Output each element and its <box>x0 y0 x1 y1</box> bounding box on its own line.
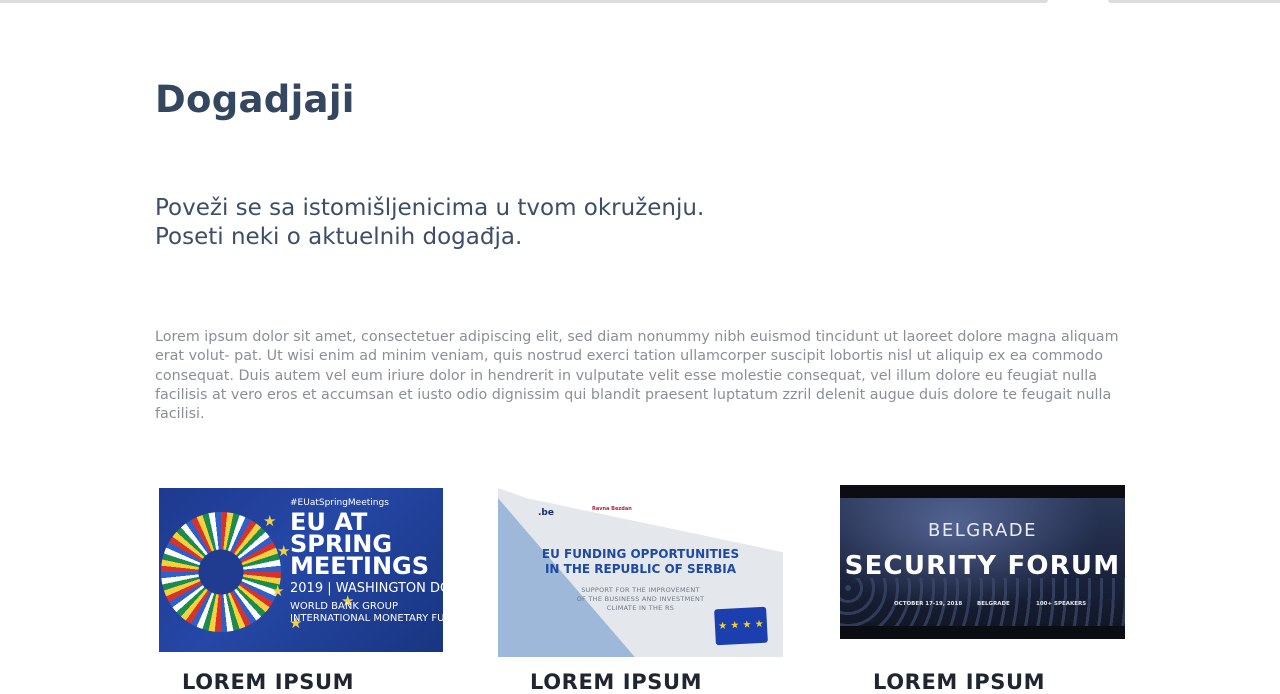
image-date-location: 2019 | WASHINGTON DC <box>290 581 443 596</box>
image-org-2: INTERNATIONAL MONETARY FUND <box>290 613 443 624</box>
image-subline-1: SUPPORT FOR THE IMPROVEMENT <box>581 586 700 594</box>
event-image-security-forum[interactable]: BELGRADE SECURITY FORUM OCTOBER 17-19, 2… <box>840 485 1125 639</box>
logo-partner-2: Ravna Bezdan <box>592 506 632 512</box>
star-icon: ★ <box>277 542 291 560</box>
top-nav-bar-left <box>0 0 1048 3</box>
event-image-eu-funding[interactable]: .be Ravna Bezdan EU FUNDING OPPORTUNITIE… <box>498 488 783 657</box>
image-speakers: 100+ SPEAKERS <box>1036 601 1087 607</box>
image-city: BELGRADE <box>977 601 1010 607</box>
intro-text: Poveži se sa istomišljenicima u tvom okr… <box>155 195 705 250</box>
star-icon: ★ <box>271 582 285 600</box>
image-headline: SECURITY FORUM <box>844 551 1121 581</box>
event-title[interactable]: LOREM IPSUM <box>182 670 354 694</box>
event-image-spring-meetings[interactable]: ★ ★ ★ ★ ★ #EUatSpringMeetings EU AT SPRI… <box>159 488 443 652</box>
image-kicker: BELGRADE <box>927 520 1038 541</box>
description-text: Lorem ipsum dolor sit amet, consectetuer… <box>155 329 1119 423</box>
image-headline-1: EU FUNDING OPPORTUNITIES <box>541 547 740 561</box>
page-title: Dogadjaji <box>155 78 355 121</box>
eu-flag-icon: ★ ★ ★ ★ ★ <box>714 606 768 657</box>
image-headline-2: IN THE REPUBLIC OF SERBIA <box>544 562 737 576</box>
top-nav-bar-right <box>1108 0 1280 3</box>
image-subline-2: OF THE BUSINESS AND INVESTMENT <box>576 595 705 603</box>
image-org-1: WORLD BANK GROUP <box>290 601 398 612</box>
flags-globe-graphic <box>161 512 281 632</box>
image-headline-3: MEETINGS <box>290 552 430 580</box>
image-date: OCTOBER 17-19, 2018 <box>894 601 963 607</box>
logo-be: .be <box>538 508 554 518</box>
hashtag: #EUatSpringMeetings <box>290 498 389 508</box>
star-icon: ★ <box>263 512 277 530</box>
event-title[interactable]: LOREM IPSUM <box>530 670 702 694</box>
event-title[interactable]: LOREM IPSUM <box>873 670 1045 694</box>
